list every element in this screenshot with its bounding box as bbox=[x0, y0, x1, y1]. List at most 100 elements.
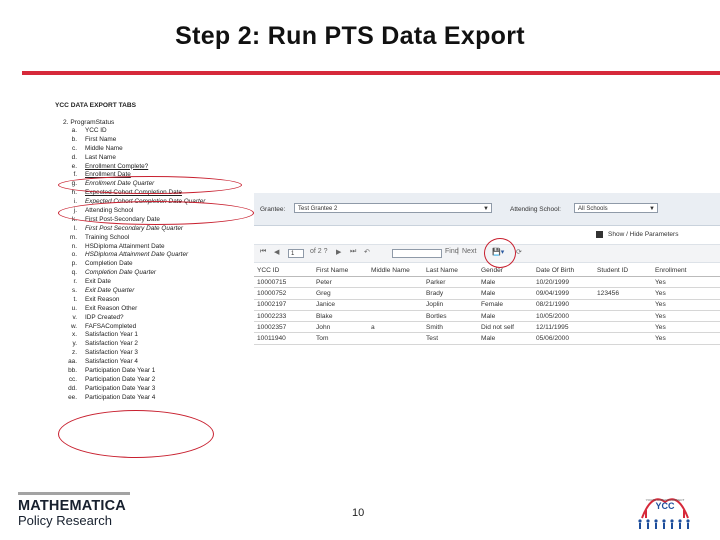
table-cell: 10/05/2000 bbox=[533, 310, 594, 323]
tab-list-text: HSDiploma Attainment Date Quarter bbox=[85, 251, 189, 259]
refresh-icon[interactable]: ⟳ bbox=[516, 248, 522, 256]
previous-page-icon[interactable]: ◀ bbox=[274, 248, 279, 256]
tab-list-letter: a. bbox=[71, 127, 77, 134]
page-number-input[interactable]: 1 bbox=[288, 249, 304, 258]
table-cell bbox=[594, 276, 652, 289]
tab-list-letter: l. bbox=[73, 224, 77, 232]
table-cell bbox=[368, 332, 423, 345]
tab-list-letter: s. bbox=[72, 287, 77, 295]
tab-list-letter: bb. bbox=[68, 367, 77, 375]
tab-list-text: Satisfaction Year 2 bbox=[85, 340, 138, 348]
tab-list-item: o. HSDiploma Attainment Date Quarter bbox=[55, 251, 255, 260]
back-icon[interactable]: ↶ bbox=[364, 248, 370, 256]
table-cell: Brady bbox=[423, 287, 478, 300]
table-cell: John bbox=[313, 321, 368, 334]
column-header[interactable]: Enrollment bbox=[652, 265, 720, 277]
tab-list-item: y. Satisfaction Year 2 bbox=[55, 340, 255, 349]
table-cell: Joplin bbox=[423, 299, 478, 311]
annotation-circle-participation bbox=[58, 410, 214, 458]
logo-line1: MATHEMATICA bbox=[18, 498, 126, 514]
grantee-select[interactable]: Test Grantee 2 ▼ bbox=[294, 203, 492, 213]
grantee-label: Grantee: bbox=[260, 206, 286, 213]
table-cell: 10000752 bbox=[254, 287, 313, 300]
tabs-section-label: 2. ProgramStatus bbox=[63, 119, 115, 126]
tab-list-item: m. Training School bbox=[55, 234, 255, 243]
annotation-circle-cohort bbox=[58, 201, 254, 225]
table-cell: 12/11/1995 bbox=[533, 321, 594, 334]
next-page-icon[interactable]: ▶ bbox=[336, 248, 341, 256]
table-cell: Janice bbox=[313, 299, 368, 311]
tab-list-item: p. Completion Date bbox=[55, 260, 255, 269]
tab-list-item: a. YCC ID bbox=[55, 127, 255, 136]
table-cell: Female bbox=[478, 299, 533, 311]
tab-list-text: Exit Date Quarter bbox=[85, 287, 135, 295]
tab-list-letter: b. bbox=[71, 135, 77, 143]
tab-list-text: Middle Name bbox=[85, 144, 123, 152]
tab-list-text: Participation Date Year 1 bbox=[85, 367, 156, 375]
next-link[interactable]: Next bbox=[462, 248, 476, 255]
tab-list-letter: w. bbox=[70, 322, 77, 330]
tab-list-text: Satisfaction Year 3 bbox=[85, 349, 138, 357]
tab-list-letter: t. bbox=[73, 295, 77, 303]
column-header[interactable]: Middle Name bbox=[368, 265, 423, 277]
tab-list-letter: n. bbox=[71, 242, 77, 250]
tab-list-item: q. Completion Date Quarter bbox=[55, 269, 255, 278]
table-row: 10000715 Peter Parker Male 10/20/1999 Yes bbox=[254, 276, 720, 289]
table-cell: 10/20/1999 bbox=[533, 276, 594, 289]
table-cell: 09/04/1999 bbox=[533, 287, 594, 300]
tab-list-text: Last Name bbox=[85, 153, 116, 161]
table-cell bbox=[594, 332, 652, 345]
column-header[interactable]: Student ID bbox=[594, 265, 652, 277]
tab-list-text: Enrollment Complete? bbox=[85, 162, 149, 170]
table-cell bbox=[594, 321, 652, 334]
table-header-row: YCC ID First Name Middle Name Last Name Gend… bbox=[254, 265, 720, 277]
attending-school-label: Attending School: bbox=[510, 206, 561, 213]
table-cell: 10011940 bbox=[254, 332, 313, 345]
table-cell: Smith bbox=[423, 321, 478, 334]
column-header[interactable]: Date Of Birth bbox=[533, 265, 594, 277]
tab-list-item: dd. Participation Date Year 3 bbox=[55, 385, 255, 394]
tab-list-text: Participation Date Year 2 bbox=[85, 375, 156, 383]
table-cell: Yes bbox=[652, 332, 720, 345]
chevron-down-icon: ▼ bbox=[483, 206, 489, 212]
show-hide-parameters-toggle[interactable]: Show / Hide Parameters bbox=[596, 231, 678, 238]
tab-list-letter: c. bbox=[72, 144, 77, 152]
report-parameters-bar: Grantee: Test Grantee 2 ▼ Attending Scho… bbox=[254, 193, 720, 226]
tab-list-item: r. Exit Date bbox=[55, 278, 255, 287]
ycc-logo-caption: YOUTH CAREERCONNECT bbox=[646, 498, 685, 502]
tab-list-letter: dd. bbox=[68, 384, 77, 392]
tab-list-text: First Post Secondary Date Quarter bbox=[85, 224, 184, 232]
column-header[interactable]: YCC ID bbox=[254, 265, 313, 277]
attending-school-select[interactable]: All Schools ▼ bbox=[574, 203, 658, 213]
tab-list-text: Satisfaction Year 4 bbox=[85, 358, 138, 366]
table-cell: Bortles bbox=[423, 310, 478, 323]
show-hide-parameters-label: Show / Hide Parameters bbox=[608, 231, 679, 239]
table-cell bbox=[368, 310, 423, 323]
table-cell: Yes bbox=[652, 321, 720, 334]
tab-list-letter: aa. bbox=[68, 358, 77, 366]
first-page-icon[interactable]: ⏮ bbox=[260, 248, 266, 256]
table-cell bbox=[368, 299, 423, 311]
tab-list-letter: e. bbox=[71, 162, 77, 170]
tab-list-text: Participation Date Year 3 bbox=[85, 384, 156, 392]
column-header[interactable]: First Name bbox=[313, 265, 368, 277]
tab-list-letter: y. bbox=[72, 340, 78, 348]
tab-list-letter: z. bbox=[72, 349, 77, 357]
tab-list-item: l. First Post Secondary Date Quarter bbox=[55, 225, 255, 234]
column-header[interactable]: Last Name bbox=[423, 265, 478, 277]
table-cell bbox=[594, 310, 652, 323]
tab-list-item: z. Satisfaction Year 3 bbox=[55, 349, 255, 358]
slide-title: Step 2: Run PTS Data Export bbox=[175, 22, 525, 50]
table-row: 10002197 Janice Joplin Female 08/21/1990 Yes bbox=[254, 299, 720, 311]
tab-list-letter: v. bbox=[72, 313, 78, 321]
tab-list-text: YCC ID bbox=[85, 127, 107, 134]
find-input[interactable] bbox=[392, 249, 442, 258]
table-cell bbox=[368, 276, 423, 289]
tab-list-letter: h. bbox=[71, 189, 77, 197]
tab-list-item: ee. Participation Date Year 4 bbox=[55, 394, 255, 403]
last-page-icon[interactable]: ⏭ bbox=[350, 248, 356, 256]
table-cell: Male bbox=[478, 332, 533, 345]
table-cell bbox=[368, 287, 423, 300]
parameters-icon bbox=[596, 231, 603, 238]
table-cell: 10002197 bbox=[254, 299, 313, 311]
